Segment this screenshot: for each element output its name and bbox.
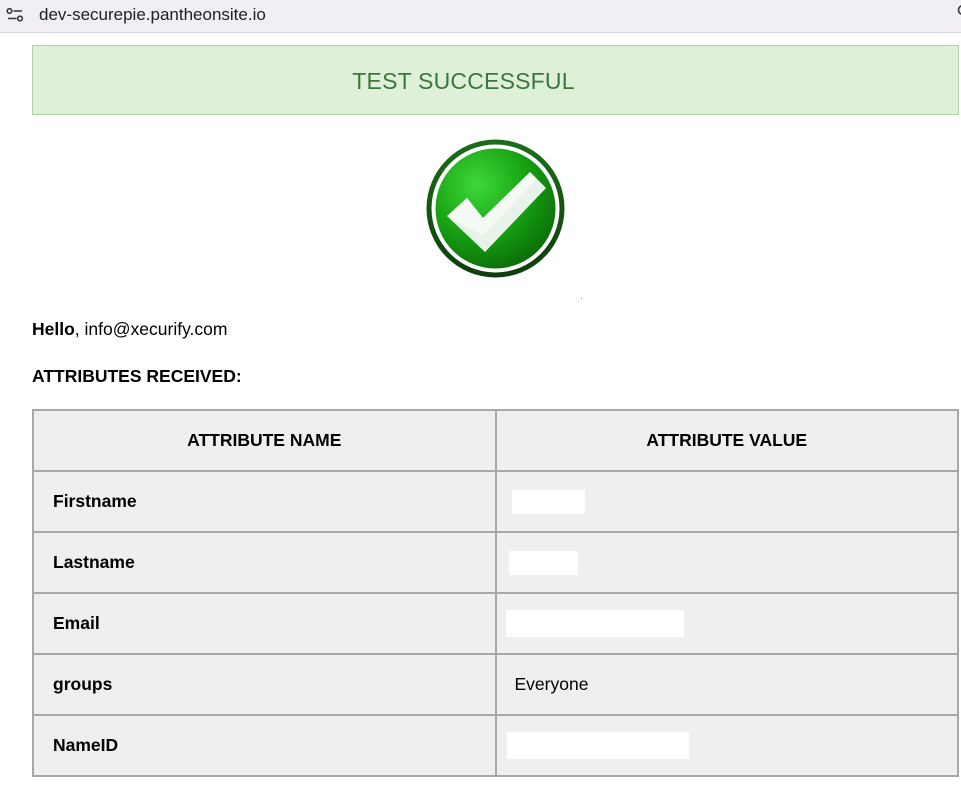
banner-title: TEST SUCCESSFUL (352, 67, 575, 94)
attribute-name: groups (32, 653, 497, 716)
green-checkmark-icon (426, 139, 565, 278)
attribute-name: Lastname (32, 531, 497, 594)
success-banner: TEST SUCCESSFUL (32, 45, 959, 115)
url-text[interactable]: dev-securepie.pantheonsite.io (39, 4, 266, 26)
attribute-value (494, 592, 959, 655)
redacted-value (506, 732, 689, 759)
table-row: NameID (32, 714, 959, 777)
attribute-value (494, 470, 959, 533)
redacted-value (508, 550, 578, 575)
user-email: info@xecurify.com (84, 319, 228, 339)
greeting-separator: , (74, 319, 80, 339)
attributes-heading: ATTRIBUTES RECEIVED: (32, 366, 242, 386)
redacted-value (511, 489, 585, 514)
attribute-value: Everyone (494, 653, 959, 716)
decorative-dot (581, 298, 582, 299)
browser-address-bar[interactable]: dev-securepie.pantheonsite.io (0, 0, 961, 33)
attribute-value (494, 531, 959, 594)
table-row: groups Everyone (32, 653, 959, 716)
column-header-name: ATTRIBUTE NAME (32, 409, 497, 472)
redacted-value (505, 610, 684, 637)
greeting-line: Hello, info@xecurify.com (32, 317, 227, 341)
table-row: Email (32, 592, 959, 655)
attribute-name: NameID (32, 714, 497, 777)
site-settings-icon[interactable] (6, 6, 24, 24)
table-header-row: ATTRIBUTE NAME ATTRIBUTE VALUE (32, 409, 959, 472)
partial-circle-icon[interactable] (955, 3, 961, 17)
attribute-value (494, 714, 959, 777)
column-header-value: ATTRIBUTE VALUE (494, 409, 959, 472)
attributes-table: ATTRIBUTE NAME ATTRIBUTE VALUE Firstname… (32, 409, 959, 777)
table-row: Lastname (32, 531, 959, 594)
attribute-name: Email (32, 592, 497, 655)
greeting-label: Hello (32, 319, 75, 339)
attribute-name: Firstname (32, 470, 497, 533)
table-row: Firstname (32, 470, 959, 533)
